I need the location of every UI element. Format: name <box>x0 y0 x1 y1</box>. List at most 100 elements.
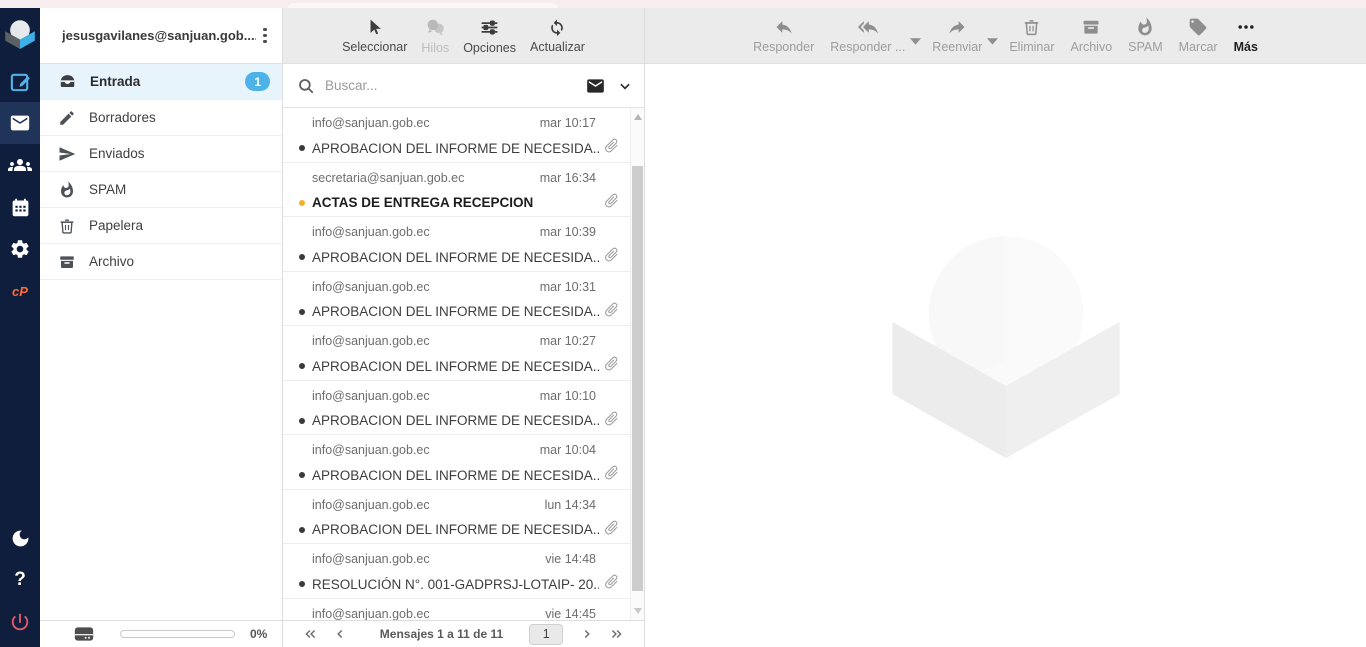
folder-item-inbox[interactable]: Entrada 1 <box>40 64 282 100</box>
searchbar <box>283 64 644 108</box>
account-header[interactable]: jesusgavilanes@sanjuan.gob.... <box>40 8 282 64</box>
scrollbar-thumb[interactable] <box>632 166 643 591</box>
message-row[interactable]: info@sanjuan.gob.ec mar 10:27 APROBACION… <box>283 326 630 381</box>
chat-bubbles-icon <box>425 17 446 38</box>
logout-button[interactable] <box>0 601 40 643</box>
search-options-chevron-down-icon[interactable] <box>618 79 632 93</box>
more-button[interactable]: Más <box>1227 17 1265 54</box>
folder-list: Entrada 1 Borradores Enviados SPAM <box>40 64 282 280</box>
archive-button[interactable]: Archivo <box>1063 17 1119 54</box>
mark-button[interactable]: Marcar <box>1172 17 1225 54</box>
message-date: mar 10:39 <box>540 225 596 239</box>
message-date: mar 16:34 <box>540 171 596 185</box>
message-preview-area <box>645 64 1366 647</box>
message-row[interactable]: info@sanjuan.gob.ec mar 10:10 APROBACION… <box>283 381 630 436</box>
roundcube-watermark-logo <box>892 236 1120 458</box>
folder-item-archive[interactable]: Archivo <box>40 244 282 280</box>
reply-all-arrow-icon <box>856 17 880 37</box>
unread-count-badge: 1 <box>245 72 270 91</box>
message-sender: info@sanjuan.gob.ec <box>312 116 430 130</box>
prev-page-button[interactable] <box>326 627 354 641</box>
delete-button[interactable]: Eliminar <box>1002 17 1061 54</box>
reply-button[interactable]: Responder <box>746 17 821 54</box>
search-input[interactable] <box>325 78 585 93</box>
roundcube-logo <box>0 8 40 60</box>
contacts-nav-button[interactable] <box>0 144 40 186</box>
flame-icon <box>58 181 76 199</box>
folder-item-sent[interactable]: Enviados <box>40 136 282 172</box>
refresh-icon <box>547 17 567 37</box>
refresh-button[interactable]: Actualizar <box>523 17 592 54</box>
message-toolbar: Responder Responder ... Reenviar <box>645 8 1366 64</box>
message-status-dot <box>299 581 305 587</box>
compose-button[interactable] <box>0 60 40 102</box>
forward-menu-caret-icon[interactable] <box>987 32 998 50</box>
quota-percent: 0% <box>250 627 267 641</box>
storage-disk-icon <box>74 626 94 642</box>
folder-item-drafts[interactable]: Borradores <box>40 100 282 136</box>
archive-box-icon <box>58 253 76 271</box>
message-date: mar 10:31 <box>540 280 596 294</box>
paper-plane-icon <box>58 145 76 163</box>
paperclip-icon <box>603 192 620 214</box>
message-subject: ACTAS DE ENTREGA RECEPCION <box>312 195 599 210</box>
scroll-down-arrow-icon[interactable] <box>634 608 642 614</box>
last-page-button[interactable] <box>601 627 632 641</box>
message-sender: info@sanjuan.gob.ec <box>312 334 430 348</box>
mail-view-panel: Responder Responder ... Reenviar <box>645 8 1366 647</box>
folder-label: Papelera <box>89 218 143 233</box>
settings-nav-button[interactable] <box>0 228 40 270</box>
paperclip-icon <box>603 137 620 159</box>
reply-all-button[interactable]: Responder ... <box>823 17 912 54</box>
folder-label: Entrada <box>90 74 140 89</box>
message-date: vie 14:45 <box>545 607 596 621</box>
more-dots-icon <box>1235 17 1257 37</box>
mail-nav-button[interactable] <box>0 102 40 144</box>
dark-mode-button[interactable] <box>0 517 40 559</box>
search-scope-mail-icon[interactable] <box>585 76 606 96</box>
reply-all-menu-caret-icon[interactable] <box>910 32 921 50</box>
forward-arrow-icon <box>946 17 968 37</box>
message-date: mar 10:04 <box>540 443 596 457</box>
message-row[interactable]: info@sanjuan.gob.ec mar 10:17 APROBACION… <box>283 108 630 163</box>
options-button[interactable]: Opciones <box>456 17 523 55</box>
scroll-up-arrow-icon[interactable] <box>634 114 642 120</box>
message-status-dot <box>299 145 305 151</box>
select-button[interactable]: Seleccionar <box>335 18 414 54</box>
folder-label: Borradores <box>89 110 156 125</box>
folder-item-spam[interactable]: SPAM <box>40 172 282 208</box>
message-row[interactable]: info@sanjuan.gob.ec vie 14:45 <box>283 599 630 621</box>
message-row[interactable]: secretaria@sanjuan.gob.ec mar 16:34 ACTA… <box>283 163 630 218</box>
list-toolbar: Seleccionar Hilos Opciones <box>283 8 644 64</box>
forward-button[interactable]: Reenviar <box>925 17 989 54</box>
message-date: lun 14:34 <box>545 498 596 512</box>
message-date: mar 10:27 <box>540 334 596 348</box>
next-page-button[interactable] <box>573 627 601 641</box>
message-subject: APROBACION DEL INFORME DE NECESIDA... <box>312 359 599 374</box>
help-icon: ? <box>14 569 26 591</box>
search-scope-controls <box>585 76 632 96</box>
threads-button[interactable]: Hilos <box>414 17 456 55</box>
message-sender: info@sanjuan.gob.ec <box>312 280 430 294</box>
message-row[interactable]: info@sanjuan.gob.ec mar 10:04 APROBACION… <box>283 435 630 490</box>
browser-top-strip <box>0 0 1366 8</box>
paperclip-icon <box>603 464 620 486</box>
message-row[interactable]: info@sanjuan.gob.ec lun 14:34 APROBACION… <box>283 490 630 545</box>
message-row[interactable]: info@sanjuan.gob.ec vie 14:48 RESOLUCIÓN… <box>283 544 630 599</box>
flame-icon <box>1135 17 1155 37</box>
message-status-dot <box>299 527 305 533</box>
account-menu-kebab-icon[interactable] <box>256 25 274 47</box>
calendar-nav-button[interactable] <box>0 186 40 228</box>
archive-box-icon <box>1081 17 1101 37</box>
spam-button[interactable]: SPAM <box>1121 17 1170 54</box>
cpanel-nav-button[interactable]: cP <box>0 270 40 312</box>
first-page-button[interactable] <box>295 627 326 641</box>
message-row[interactable]: info@sanjuan.gob.ec mar 10:31 APROBACION… <box>283 272 630 327</box>
page-number-input[interactable]: 1 <box>529 624 563 645</box>
message-status-dot <box>299 200 305 206</box>
help-button[interactable]: ? <box>0 559 40 601</box>
list-scrollbar[interactable] <box>630 108 644 620</box>
message-subject: APROBACION DEL INFORME DE NECESIDA... <box>312 250 599 265</box>
message-row[interactable]: info@sanjuan.gob.ec mar 10:39 APROBACION… <box>283 217 630 272</box>
folder-item-trash[interactable]: Papelera <box>40 208 282 244</box>
